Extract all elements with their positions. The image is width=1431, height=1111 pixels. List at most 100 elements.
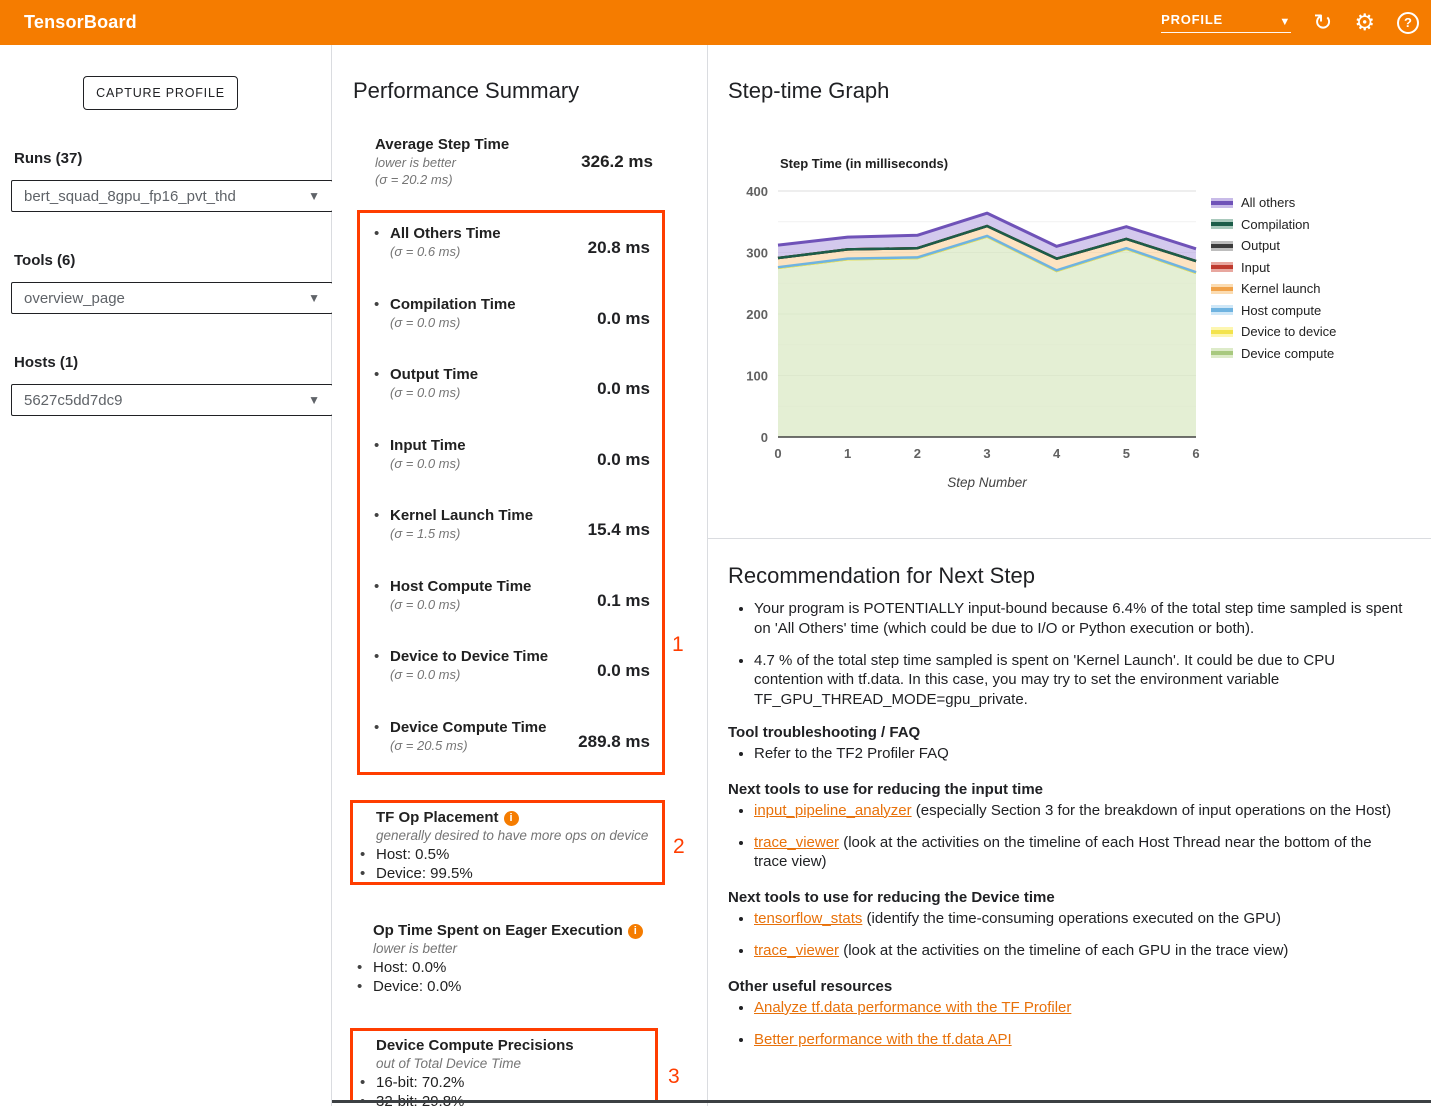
metric-text: Device Compute Time(σ = 20.5 ms)	[390, 719, 546, 754]
legend-label: Input	[1241, 260, 1270, 275]
section-item: input_pipeline_analyzer (especially Sect…	[754, 801, 1405, 821]
block-note: generally desired to have more ops on de…	[376, 827, 652, 845]
app-header: TensorBoard PROFILE ▼ ↻ ⚙ ?	[0, 0, 1431, 45]
input-pipeline-analyzer-link[interactable]: input_pipeline_analyzer	[754, 802, 912, 819]
section-item: Better performance with the tf.data API	[754, 1030, 1405, 1050]
dashboard-select[interactable]: PROFILE ▼	[1161, 12, 1291, 33]
metric-label: Output Time	[390, 366, 478, 384]
bullet-icon: •	[374, 437, 379, 454]
metric-row: •Device to Device Time(σ = 0.0 ms)0.0 ms	[360, 648, 662, 708]
block-item: 16-bit: 70.2%	[376, 1073, 645, 1092]
performance-summary-panel: Performance Summary Average Step Time lo…	[332, 45, 708, 1106]
step-time-chart: 01002003004000123456Step Number	[738, 180, 1208, 500]
reload-icon[interactable]: ↻	[1313, 11, 1332, 34]
svg-text:3: 3	[983, 446, 990, 461]
metric-value: 0.0 ms	[597, 450, 650, 470]
metric-row: •All Others Time(σ = 0.6 ms)20.8 ms	[360, 225, 662, 285]
callout-box-1: •All Others Time(σ = 0.6 ms)20.8 ms•Comp…	[357, 210, 665, 775]
trace-viewer-link[interactable]: trace_viewer	[754, 834, 839, 851]
metric-sigma: (σ = 1.5 ms)	[390, 525, 533, 542]
metric-sigma: (σ = 0.0 ms)	[390, 384, 478, 401]
svg-text:5: 5	[1123, 446, 1130, 461]
svg-text:6: 6	[1192, 446, 1199, 461]
tools-label: Tools (6)	[14, 252, 331, 269]
metric-sigma: (σ = 0.0 ms)	[390, 314, 516, 331]
legend-swatch	[1211, 241, 1233, 251]
svg-text:0: 0	[761, 430, 768, 445]
content-bottom-edge	[332, 1100, 1431, 1103]
block-note: out of Total Device Time	[376, 1055, 645, 1073]
step-time-graph-title: Step-time Graph	[728, 78, 889, 104]
legend-label: Compilation	[1241, 217, 1310, 232]
legend-swatch	[1211, 284, 1233, 294]
svg-text:400: 400	[746, 184, 768, 199]
eager-execution-block: Op Time Spent on Eager Executionilower i…	[350, 916, 665, 1001]
bullet-icon: •	[374, 507, 379, 524]
legend-item-compilation: Compilation	[1211, 214, 1336, 236]
legend-item-kernel-launch: Kernel launch	[1211, 278, 1336, 300]
tools-select[interactable]: overview_page ▼	[11, 282, 333, 314]
runs-label: Runs (37)	[14, 150, 331, 167]
dashboard-select-value: PROFILE	[1161, 12, 1223, 27]
section-heading-tool-troubleshooting-faq: Tool troubleshooting / FAQ	[728, 724, 1405, 741]
bullet-icon: •	[374, 719, 379, 736]
metric-value: 0.1 ms	[597, 591, 650, 611]
svg-text:4: 4	[1053, 446, 1061, 461]
tensorflow-stats-link[interactable]: tensorflow_stats	[754, 910, 862, 927]
recommendation-bullet: 4.7 % of the total step time sampled is …	[754, 651, 1405, 710]
legend-label: Host compute	[1241, 303, 1321, 318]
metric-sigma: (σ = 0.6 ms)	[390, 243, 501, 260]
metric-value: 0.0 ms	[597, 379, 650, 399]
hosts-select[interactable]: 5627c5dd7dc9▼	[11, 384, 333, 416]
metric-row: • Output Time(σ = 0.0 ms) 0.0 ms	[360, 366, 662, 426]
chevron-down-icon: ▼	[308, 291, 320, 305]
hosts-label: Hosts (1)	[14, 354, 331, 371]
legend-swatch	[1211, 219, 1233, 229]
chevron-down-icon: ▼	[308, 393, 320, 407]
metric-row: •Kernel Launch Time(σ = 1.5 ms)15.4 ms	[360, 507, 662, 567]
section-item: Refer to the TF2 Profiler FAQ	[754, 744, 1405, 764]
section-item: Analyze tf.data performance with the TF …	[754, 998, 1405, 1018]
info-icon[interactable]: i	[504, 811, 519, 826]
block-item: Host: 0.5%	[376, 845, 652, 864]
block-title: Device Compute Precisions	[376, 1036, 645, 1055]
legend-swatch	[1211, 327, 1233, 337]
tools-select-value: overview_page	[24, 290, 125, 307]
metric-label: Device to Device Time	[390, 648, 548, 666]
legend-item-host-compute: Host compute	[1211, 300, 1336, 322]
chart-title: Step Time (in milliseconds)	[780, 156, 948, 171]
svg-text:1: 1	[844, 446, 851, 461]
section-heading-next-tools-to-use-for-reducing-the-device-time: Next tools to use for reducing the Devic…	[728, 889, 1405, 906]
svg-text:2: 2	[914, 446, 921, 461]
info-icon[interactable]: i	[628, 924, 643, 939]
main-panel: Step-time Graph Step Time (in millisecon…	[708, 45, 1431, 1106]
trace-viewer-link[interactable]: trace_viewer	[754, 942, 839, 959]
section-item: tensorflow_stats (identify the time-cons…	[754, 909, 1405, 929]
section-item: trace_viewer (look at the activities on …	[754, 833, 1405, 873]
runs-select[interactable]: bert_squad_8gpu_fp16_pvt_thd▼	[11, 180, 333, 212]
bullet-icon: •	[374, 366, 379, 383]
capture-profile-button[interactable]: CAPTURE PROFILE	[83, 76, 238, 110]
metric-row: •Device Compute Time(σ = 20.5 ms)289.8 m…	[360, 719, 662, 779]
recommendation-section: Recommendation for Next Step Your progra…	[708, 539, 1431, 1063]
legend-label: Output	[1241, 238, 1280, 253]
metric-sigma: (σ = 20.2 ms)	[375, 171, 653, 188]
analyze-tf-data-performance-with-the-tf-profiler-link[interactable]: Analyze tf.data performance with the TF …	[754, 999, 1071, 1016]
metric-label: All Others Time	[390, 225, 501, 243]
svg-text:100: 100	[746, 369, 768, 384]
legend-item-output: Output	[1211, 235, 1336, 257]
section-list: Analyze tf.data performance with the TF …	[728, 998, 1405, 1050]
legend-label: Kernel launch	[1241, 281, 1321, 296]
section-heading-next-tools-to-use-for-reducing-the-input-time: Next tools to use for reducing the input…	[728, 781, 1405, 798]
settings-gear-icon[interactable]: ⚙	[1354, 11, 1375, 34]
block-title: Op Time Spent on Eager Executioni	[373, 921, 655, 940]
svg-text:Step Number: Step Number	[947, 475, 1027, 490]
metric-label: Kernel Launch Time	[390, 507, 533, 525]
better-performance-with-the-tf-data-api-link[interactable]: Better performance with the tf.data API	[754, 1031, 1012, 1048]
sidebar: CAPTURE PROFILE Runs (37) bert_squad_8gpu…	[0, 45, 332, 1106]
tools-selector: Tools (6) overview_page ▼	[0, 252, 331, 314]
metric-row: •Host Compute Time(σ = 0.0 ms)0.1 ms	[360, 578, 662, 638]
section-item: trace_viewer (look at the activities on …	[754, 941, 1405, 961]
section-list: tensorflow_stats (identify the time-cons…	[728, 909, 1405, 961]
help-icon[interactable]: ?	[1397, 12, 1419, 34]
